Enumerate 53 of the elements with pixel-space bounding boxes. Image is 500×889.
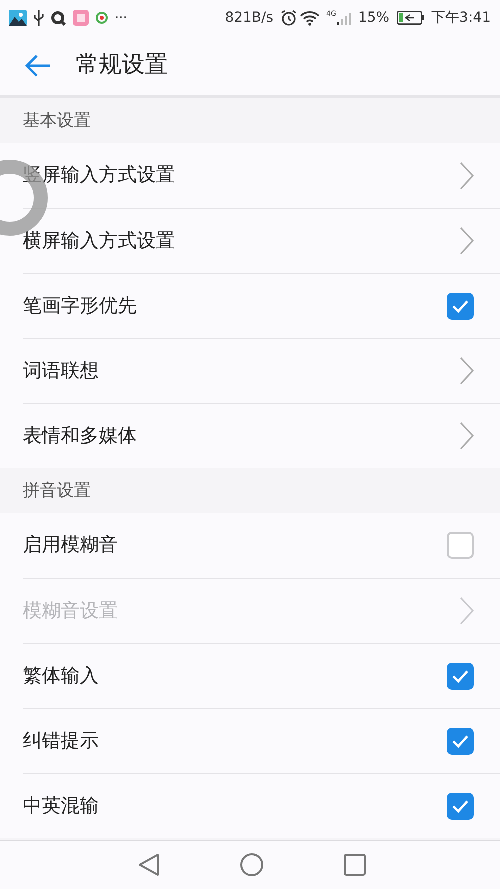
page-title: 常规设置: [76, 51, 168, 80]
settings-row[interactable]: 笔画字形优先: [23, 273, 500, 338]
home-nav-icon[interactable]: [240, 853, 264, 877]
row-label: 横屏输入方式设置: [23, 228, 176, 254]
battery-percent: 15%: [358, 8, 390, 28]
chevron-right-icon: [460, 162, 474, 190]
network-speed: 821B/s: [225, 8, 274, 28]
row-label: 表情和多媒体: [23, 424, 138, 449]
clock-time: 下午3:41: [432, 8, 491, 28]
section-header: 拼音设置: [22, 480, 92, 504]
checkmark-icon: [452, 800, 469, 812]
settings-row[interactable]: 竖屏输入方式设置: [0, 143, 500, 208]
notification-more: ···: [115, 12, 128, 24]
row-label: 词语联想: [23, 358, 100, 384]
checkbox[interactable]: [447, 532, 474, 559]
checkbox[interactable]: [447, 292, 474, 320]
checkmark-icon: [452, 734, 469, 748]
recents-nav-icon[interactable]: [344, 854, 366, 876]
settings-row[interactable]: 中英混输: [23, 773, 500, 838]
checkmark-icon: [452, 670, 469, 682]
back-arrow-icon: [24, 54, 52, 78]
signal-icon: [337, 11, 352, 25]
checkbox[interactable]: [447, 792, 474, 820]
chevron-right-icon: [460, 422, 474, 450]
back-nav-icon[interactable]: [138, 853, 160, 877]
circle-app-icon: [96, 12, 108, 24]
chevron-right-icon: [460, 227, 474, 255]
wifi-icon: [300, 10, 320, 26]
q-app-icon: [51, 10, 66, 26]
settings-row[interactable]: 表情和多媒体: [23, 403, 500, 468]
alarm-icon: [280, 10, 297, 26]
settings-row[interactable]: 纠错提示: [23, 708, 500, 773]
settings-row[interactable]: 繁体输入: [23, 643, 500, 708]
gallery-app-icon: [9, 10, 27, 26]
chevron-right-icon: [460, 357, 474, 385]
checkbox[interactable]: [447, 728, 474, 754]
row-label: 纠错提示: [23, 728, 100, 754]
settings-row[interactable]: 启用模糊音: [0, 513, 500, 578]
settings-row[interactable]: 词语联想: [23, 338, 500, 403]
checkmark-icon: [452, 300, 469, 312]
chevron-right-icon: [460, 597, 474, 625]
row-label: 笔画字形优先: [23, 294, 138, 319]
row-label: 模糊音设置: [23, 598, 119, 624]
app-icon: [73, 10, 89, 26]
row-label: 繁体输入: [23, 664, 100, 689]
usb-icon: [34, 10, 44, 26]
row-label: 中英混输: [23, 794, 100, 819]
section-header: 基本设置: [22, 110, 92, 134]
settings-row[interactable]: 横屏输入方式设置: [23, 208, 500, 273]
checkbox[interactable]: [447, 662, 474, 690]
row-label: 启用模糊音: [23, 533, 119, 558]
charging-battery-icon: [396, 11, 425, 25]
row-label: 竖屏输入方式设置: [23, 163, 176, 188]
